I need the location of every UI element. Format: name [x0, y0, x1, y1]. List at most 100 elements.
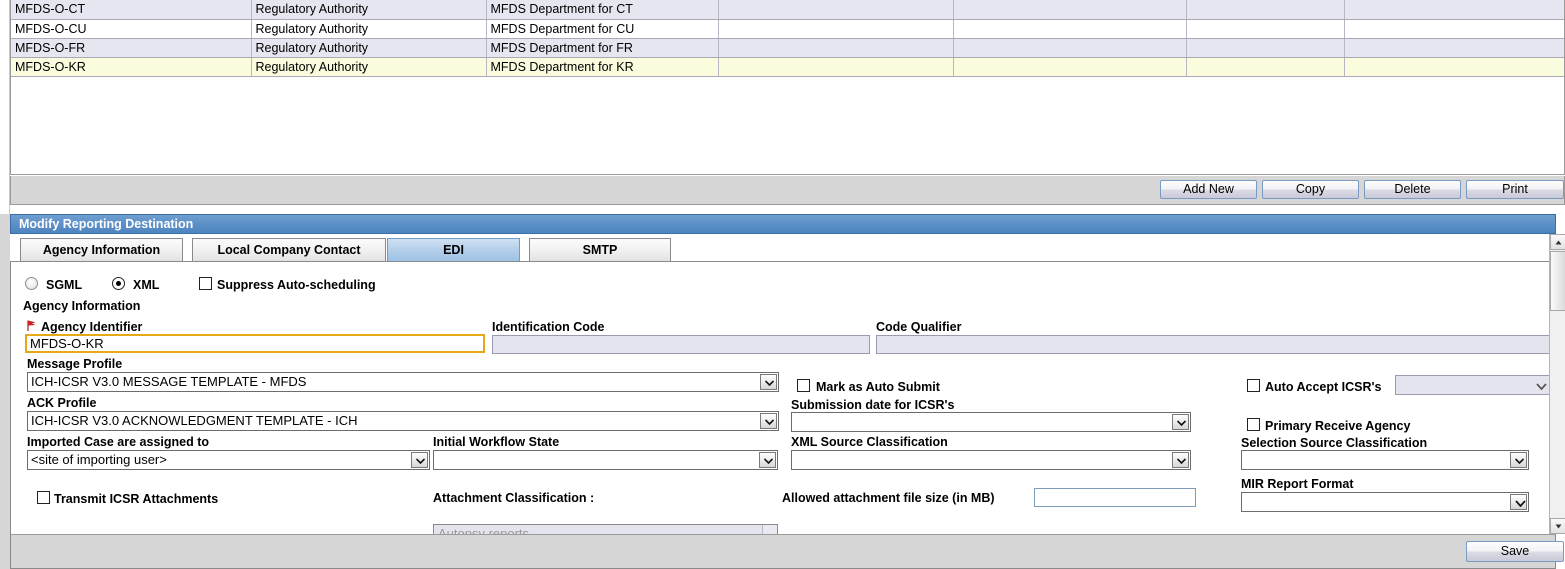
table-cell[interactable]: MFDS-O-KR [11, 57, 252, 77]
tab-edi[interactable]: EDI [387, 238, 520, 261]
tab-smtp[interactable]: SMTP [529, 238, 671, 261]
initial-workflow-state-combo[interactable] [433, 450, 778, 470]
ack-profile-label: ACK Profile [27, 396, 97, 410]
application-window: MFDS-O-CT Regulatory Authority MFDS Depart… [0, 0, 1565, 569]
attachment-list-scrollbar[interactable] [762, 525, 777, 534]
selection-source-classification-combo[interactable] [1241, 450, 1529, 470]
auto-accept-icsrs-label: Auto Accept ICSR's [1265, 380, 1382, 394]
table-cell[interactable] [718, 0, 954, 20]
table-cell[interactable]: Regulatory Authority [251, 38, 487, 58]
table-cell[interactable] [718, 38, 954, 58]
table-row[interactable]: MFDS-O-CU Regulatory Authority MFDS Depart… [11, 19, 1564, 39]
table-cell[interactable] [718, 19, 954, 39]
selection-source-classification-label: Selection Source Classification [1241, 436, 1428, 450]
allowed-attachment-size-input[interactable] [1034, 488, 1196, 507]
agency-identifier-label: Agency Identifier [41, 320, 143, 334]
allowed-attachment-size-label: Allowed attachment file size (in MB) [782, 491, 995, 505]
table-cell[interactable] [1344, 38, 1564, 58]
table-cell[interactable] [1186, 19, 1345, 39]
form-vertical-scrollbar[interactable] [1549, 234, 1565, 534]
checkbox-transmit-icsr-attachments[interactable] [37, 491, 50, 504]
primary-receive-agency-label: Primary Receive Agency [1265, 419, 1411, 433]
table-cell[interactable]: Regulatory Authority [251, 0, 487, 20]
table-cell[interactable]: MFDS-O-FR [11, 38, 252, 58]
imported-case-value: <site of importing user> [31, 452, 167, 467]
grid-button-bar: Add New Copy Delete Print [10, 176, 1565, 205]
table-cell[interactable] [1186, 38, 1345, 58]
chevron-down-icon[interactable] [759, 452, 776, 468]
chevron-down-icon[interactable] [760, 413, 777, 429]
checkbox-primary-receive-agency[interactable] [1247, 418, 1260, 431]
submission-date-combo[interactable] [791, 412, 1191, 432]
table-cell[interactable] [1186, 0, 1345, 20]
table-cell[interactable]: MFDS Department for CT [486, 0, 719, 20]
chevron-down-icon[interactable] [760, 374, 777, 390]
table-cell[interactable]: MFDS-O-CU [11, 19, 252, 39]
table-row[interactable]: MFDS-O-FR Regulatory Authority MFDS Depart… [11, 38, 1564, 58]
radio-sgml-label: SGML [46, 278, 83, 292]
chevron-down-icon[interactable] [411, 452, 428, 468]
tab-agency-information[interactable]: Agency Information [20, 238, 183, 261]
table-row[interactable]: MFDS-O-KR Regulatory Authority MFDS Depart… [11, 57, 1564, 77]
checkbox-auto-accept-icsrs[interactable] [1247, 379, 1260, 392]
copy-button[interactable]: Copy [1262, 180, 1359, 199]
attachment-classification-item[interactable]: Autopsy reports [434, 525, 777, 534]
print-button[interactable]: Print [1466, 180, 1564, 199]
ack-profile-combo[interactable]: ICH-ICSR V3.0 ACKNOWLEDGMENT TEMPLATE - … [27, 411, 779, 431]
chevron-down-icon[interactable] [1531, 377, 1548, 393]
message-profile-label: Message Profile [27, 357, 123, 371]
identification-code-input[interactable] [492, 335, 870, 354]
section-title-bar: Modify Reporting Destination [10, 214, 1556, 234]
chevron-down-icon[interactable] [1510, 452, 1527, 468]
table-row[interactable]: MFDS-O-CT Regulatory Authority MFDS Depart… [11, 0, 1564, 20]
message-profile-combo[interactable]: ICH-ICSR V3.0 MESSAGE TEMPLATE - MFDS [27, 372, 779, 392]
imported-case-combo[interactable]: <site of importing user> [27, 450, 430, 470]
radio-xml[interactable] [112, 277, 125, 290]
scroll-down-arrow-icon[interactable] [1550, 518, 1565, 534]
add-new-button[interactable]: Add New [1160, 180, 1257, 199]
mark-as-auto-submit-label: Mark as Auto Submit [816, 380, 940, 394]
scrollbar-thumb[interactable] [1550, 251, 1565, 311]
suppress-auto-scheduling-label: Suppress Auto-scheduling [217, 278, 376, 292]
table-cell[interactable]: Regulatory Authority [251, 19, 487, 39]
table-cell[interactable]: MFDS Department for CU [486, 19, 719, 39]
scroll-up-arrow-icon[interactable] [1550, 234, 1565, 250]
table-cell[interactable]: MFDS Department for FR [486, 38, 719, 58]
table-cell[interactable]: MFDS Department for KR [486, 57, 719, 77]
xml-source-classification-label: XML Source Classification [791, 435, 948, 449]
mir-report-format-combo[interactable] [1241, 492, 1529, 512]
edi-form-panel: SGML XML Suppress Auto-scheduling Agency… [10, 262, 1556, 534]
table-cell[interactable] [1186, 57, 1345, 77]
table-cell[interactable] [953, 0, 1187, 20]
xml-source-classification-combo[interactable] [791, 450, 1191, 470]
submission-date-label: Submission date for ICSR's [791, 398, 955, 412]
table-cell[interactable] [718, 57, 954, 77]
chevron-down-icon[interactable] [1510, 494, 1527, 510]
code-qualifier-input[interactable] [876, 335, 1553, 354]
radio-sgml[interactable] [25, 277, 38, 290]
table-cell[interactable]: MFDS-O-CT [11, 0, 252, 20]
chevron-down-icon[interactable] [1172, 414, 1189, 430]
table-cell[interactable]: Regulatory Authority [251, 57, 487, 77]
table-cell[interactable] [1344, 57, 1564, 77]
checkbox-mark-as-auto-submit[interactable] [797, 379, 810, 392]
imported-case-label: Imported Case are assigned to [27, 435, 210, 449]
delete-button[interactable]: Delete [1364, 180, 1461, 199]
table-cell[interactable] [1344, 19, 1564, 39]
table-cell[interactable] [1344, 0, 1564, 20]
table-cell[interactable] [953, 19, 1187, 39]
reporting-destinations-grid[interactable]: MFDS-O-CT Regulatory Authority MFDS Depart… [10, 0, 1565, 175]
window-left-edge-lower [0, 214, 10, 569]
checkbox-suppress-auto-scheduling[interactable] [199, 277, 212, 290]
table-cell[interactable] [953, 57, 1187, 77]
save-button[interactable]: Save [1466, 541, 1564, 562]
ack-profile-value: ICH-ICSR V3.0 ACKNOWLEDGMENT TEMPLATE - … [31, 413, 358, 428]
required-flag-icon [25, 319, 38, 332]
table-cell[interactable] [953, 38, 1187, 58]
tab-local-company-contact[interactable]: Local Company Contact [192, 238, 386, 261]
chevron-down-icon[interactable] [1172, 452, 1189, 468]
attachment-classification-list[interactable]: Autopsy reports [433, 524, 778, 534]
mir-report-format-label: MIR Report Format [1241, 477, 1354, 491]
agency-identifier-input[interactable] [25, 334, 485, 353]
auto-accept-icsrs-combo[interactable] [1395, 375, 1550, 395]
